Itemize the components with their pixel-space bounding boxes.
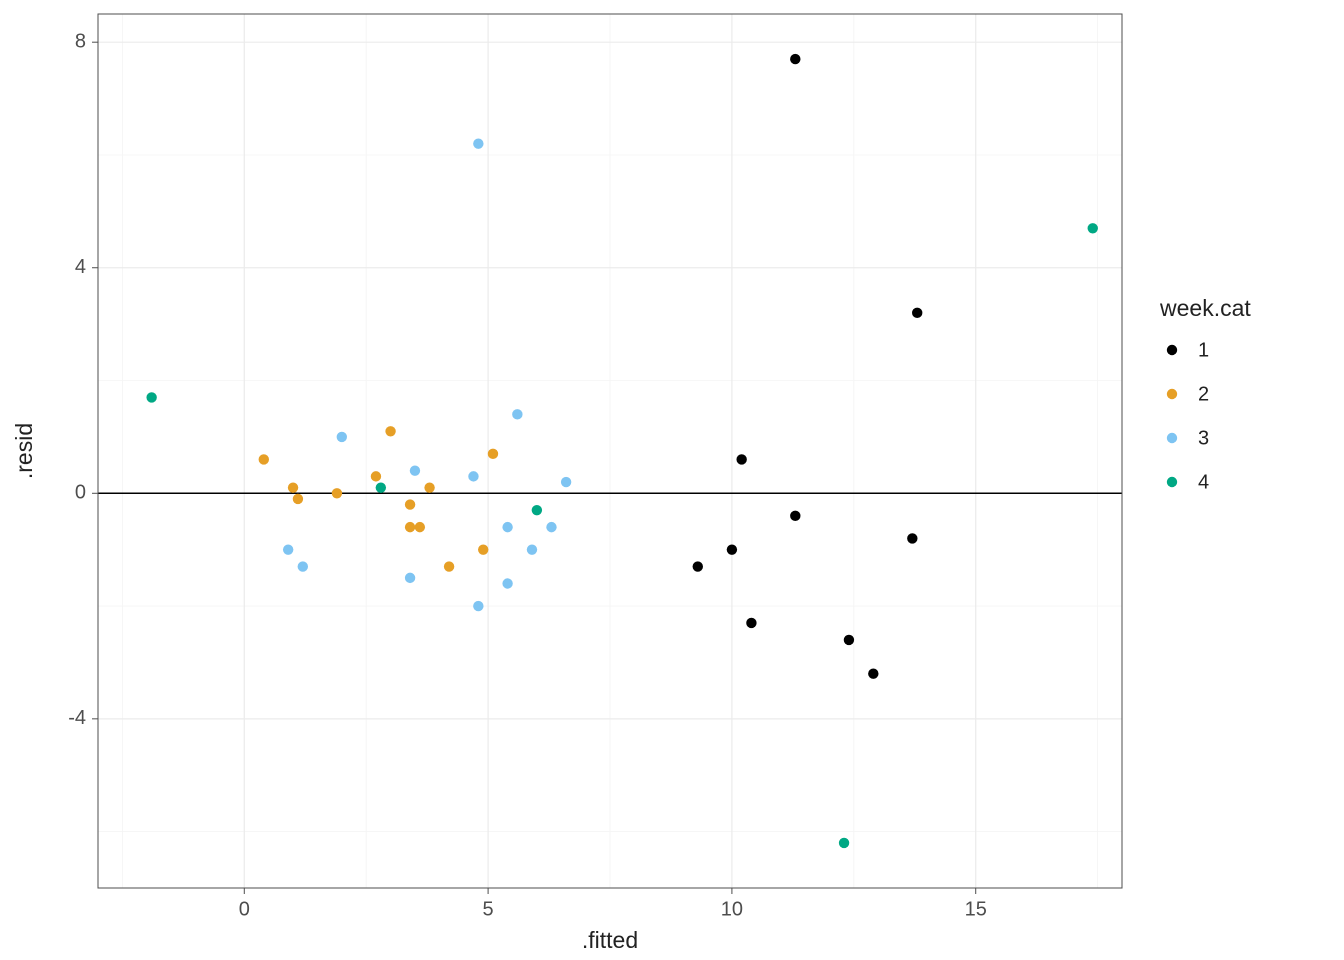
legend-item: 2: [1167, 383, 1209, 405]
data-point: [693, 561, 703, 571]
data-point: [839, 838, 849, 848]
data-point: [473, 138, 483, 148]
y-tick-label: 0: [75, 482, 86, 504]
data-point: [561, 477, 571, 487]
data-point: [488, 449, 498, 459]
data-point: [790, 54, 800, 64]
y-tick-label: 8: [75, 30, 86, 52]
data-point: [1088, 223, 1098, 233]
y-axis-title: .resid: [11, 423, 37, 479]
legend-label: 4: [1198, 471, 1209, 493]
legend-label: 2: [1198, 383, 1209, 405]
legend-swatch-icon: [1167, 433, 1177, 443]
data-point: [337, 432, 347, 442]
data-point: [546, 522, 556, 532]
x-tick-label: 15: [965, 898, 987, 920]
x-tick-label: 10: [721, 898, 743, 920]
y-tick-label: -4: [68, 707, 86, 729]
data-point: [376, 482, 386, 492]
data-point: [478, 544, 488, 554]
data-point: [424, 482, 434, 492]
data-point: [146, 392, 156, 402]
data-point: [415, 522, 425, 532]
data-point: [868, 669, 878, 679]
data-point: [288, 482, 298, 492]
chart-container: 0 5 10 15 -4 0 4 8 .fitted .resid week.cat 1 2 3 4: [0, 0, 1344, 960]
data-point: [444, 561, 454, 571]
legend-swatch-icon: [1167, 477, 1177, 487]
data-point: [283, 544, 293, 554]
legend-swatch-icon: [1167, 345, 1177, 355]
data-point: [405, 522, 415, 532]
legend-item: 1: [1167, 339, 1209, 361]
legend-title: week.cat: [1159, 295, 1251, 321]
data-point: [473, 601, 483, 611]
scatter-plot: 0 5 10 15 -4 0 4 8 .fitted .resid week.cat 1 2 3 4: [0, 0, 1344, 960]
data-point: [385, 426, 395, 436]
data-point: [512, 409, 522, 419]
data-point: [259, 454, 269, 464]
data-point: [502, 578, 512, 588]
legend-item: 4: [1167, 471, 1209, 493]
legend-label: 1: [1198, 339, 1209, 361]
data-point: [405, 573, 415, 583]
data-point: [293, 494, 303, 504]
legend-swatch-icon: [1167, 389, 1177, 399]
x-tick-label: 5: [483, 898, 494, 920]
data-point: [746, 618, 756, 628]
data-point: [790, 511, 800, 521]
x-axis-title: .fitted: [582, 927, 638, 953]
data-point: [912, 308, 922, 318]
data-point: [405, 499, 415, 509]
legend: week.cat 1 2 3 4: [1159, 295, 1251, 493]
data-point: [410, 466, 420, 476]
x-tick-label: 0: [239, 898, 250, 920]
data-point: [736, 454, 746, 464]
data-point: [532, 505, 542, 515]
data-point: [907, 533, 917, 543]
data-point: [727, 544, 737, 554]
legend-label: 3: [1198, 427, 1209, 449]
data-point: [332, 488, 342, 498]
data-point: [468, 471, 478, 481]
legend-item: 3: [1167, 427, 1209, 449]
data-point: [298, 561, 308, 571]
data-point: [527, 544, 537, 554]
data-point: [371, 471, 381, 481]
y-tick-label: 4: [75, 256, 86, 278]
data-point: [502, 522, 512, 532]
data-point: [844, 635, 854, 645]
